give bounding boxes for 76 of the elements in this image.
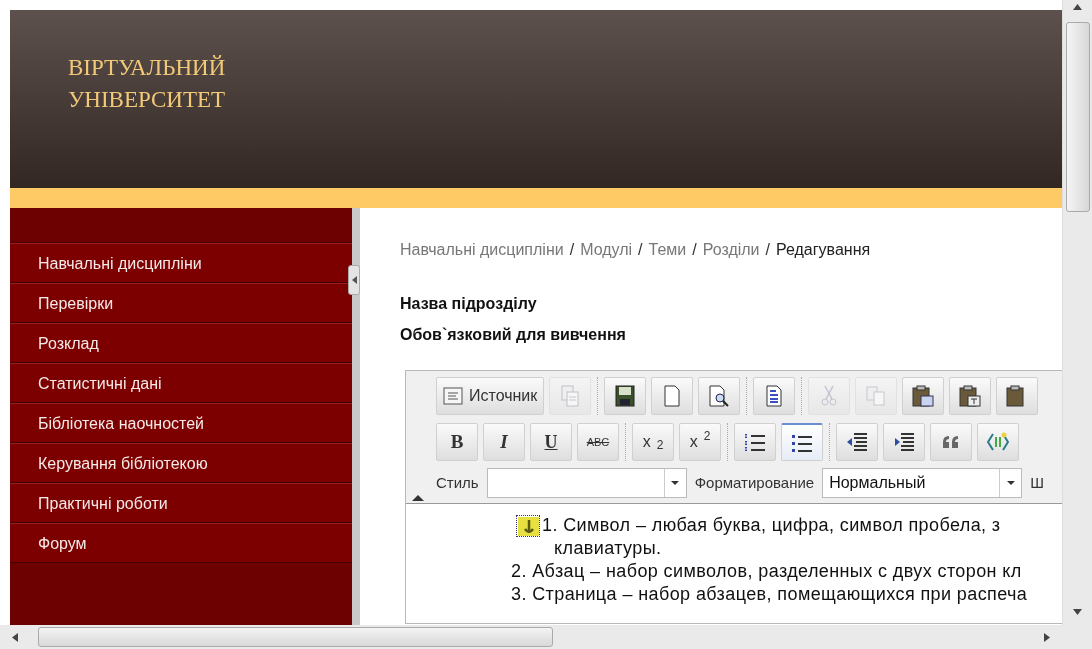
breadcrumb-link[interactable]: Навчальні дисципліни — [400, 238, 564, 262]
preview-button[interactable] — [698, 377, 741, 415]
indent-button[interactable] — [883, 423, 925, 461]
scrollbar-thumb[interactable] — [38, 627, 553, 647]
blank-page-icon — [662, 385, 683, 407]
anchor-icon[interactable] — [516, 514, 540, 537]
sidebar-item[interactable]: Статистичні дані — [10, 363, 352, 403]
numbered-list-icon — [744, 431, 766, 453]
horizontal-scrollbar[interactable] — [0, 625, 1062, 649]
paste-button[interactable] — [902, 377, 945, 415]
breadcrumb-separator: / — [638, 240, 643, 260]
scroll-right-icon[interactable] — [1044, 632, 1050, 642]
numbered-list-button[interactable] — [734, 423, 776, 461]
dropdown-caret-icon — [671, 481, 680, 485]
quote-icon — [941, 434, 961, 450]
field-label: Обов`язковий для вивчення — [400, 325, 627, 345]
document-icon — [443, 387, 463, 405]
combo-label: Ш — [1030, 472, 1044, 493]
magnifier-page-icon — [708, 385, 731, 407]
list-item-text: клавиатуры. — [553, 537, 663, 560]
paste-word-button[interactable] — [996, 377, 1039, 415]
scroll-left-icon[interactable] — [12, 632, 18, 642]
sidebar-item[interactable]: Навчальні дисципліни — [10, 243, 352, 283]
breadcrumb-link[interactable]: Теми — [648, 238, 687, 262]
scroll-up-icon[interactable] — [1073, 4, 1082, 10]
div-button[interactable] — [977, 423, 1019, 461]
breadcrumb-separator: / — [692, 240, 697, 260]
copy-icon — [866, 386, 887, 406]
breadcrumb-separator: / — [569, 240, 575, 260]
sidebar-item[interactable]: Форум — [10, 523, 352, 563]
breadcrumb-link[interactable]: Модулі — [580, 238, 633, 262]
site-title: ВІРТУАЛЬНИЙ УНІВЕРСИТЕТ — [68, 54, 227, 114]
scrollbar-thumb[interactable] — [1065, 22, 1090, 212]
outdent-button[interactable] — [836, 423, 878, 461]
paste-text-button[interactable] — [949, 377, 992, 415]
source-button[interactable]: Источник — [436, 377, 545, 415]
underline-button[interactable]: U — [530, 423, 572, 461]
italic-button[interactable]: I — [483, 423, 525, 461]
combo-label: Форматирование — [694, 472, 815, 493]
bold-button[interactable]: B — [436, 423, 478, 461]
sidebar-item[interactable]: Перевірки — [10, 283, 352, 323]
breadcrumb-current: Редагування — [776, 240, 871, 260]
field-label: Назва підрозділу — [400, 294, 538, 314]
superscript-button[interactable]: x$^{2}$ — [679, 423, 721, 461]
sidebar-item[interactable]: Розклад — [10, 323, 352, 363]
brackets-icon — [987, 431, 1009, 453]
scissors-icon — [821, 385, 838, 407]
pages-icon — [560, 385, 581, 407]
dropdown-caret-icon — [1006, 481, 1015, 485]
blockquote-button[interactable] — [930, 423, 972, 461]
subscript-button[interactable]: x$_{2}$ — [632, 423, 674, 461]
list-item-text: 1. Символ – любая буква, цифра, символ пробела, з — [542, 514, 1001, 537]
vertical-scrollbar[interactable] — [1062, 0, 1092, 625]
clipboard-icon — [959, 385, 982, 407]
combo-label: Стиль — [436, 472, 479, 493]
outdent-icon — [846, 431, 868, 453]
save-button[interactable] — [604, 377, 647, 415]
list-item-text: 3. Страница – набор абзацев, помещающихся при распеча — [511, 583, 1029, 606]
left-arrow-icon — [351, 276, 357, 284]
bulleted-list-button[interactable] — [781, 423, 823, 461]
collapse-toolbar-icon[interactable] — [412, 495, 424, 501]
strikethrough-button[interactable]: ABC — [577, 423, 619, 461]
templates-button[interactable] — [753, 377, 796, 415]
breadcrumb-link[interactable]: Розділи — [702, 238, 760, 262]
indent-icon — [893, 431, 915, 453]
clipboard-icon — [912, 385, 935, 407]
breadcrumb-separator: / — [765, 240, 770, 260]
sidebar-item[interactable]: Практичні роботи — [10, 483, 352, 523]
collapse-sidebar-button[interactable] — [348, 265, 360, 295]
sidebar-item[interactable]: Керування бібліотекою — [10, 443, 352, 483]
sidebar-item[interactable]: Бібліотека наочностей — [10, 403, 352, 443]
list-item-text: 2. Абзац – набор символов, разделенных с двух сторон кл — [511, 560, 1023, 583]
document-lines-icon — [764, 385, 785, 407]
format-select[interactable]: Нормальный — [822, 468, 1023, 498]
scroll-down-icon[interactable] — [1073, 609, 1082, 615]
editor-content[interactable]: 1. Символ – любая буква, цифра, символ пробела, з клавиатуры. 2. Абзац – набор символов, разделенных с двух сторон кл 3. Страница – набор абзацев, помещающихся при распеча — [406, 503, 1062, 623]
